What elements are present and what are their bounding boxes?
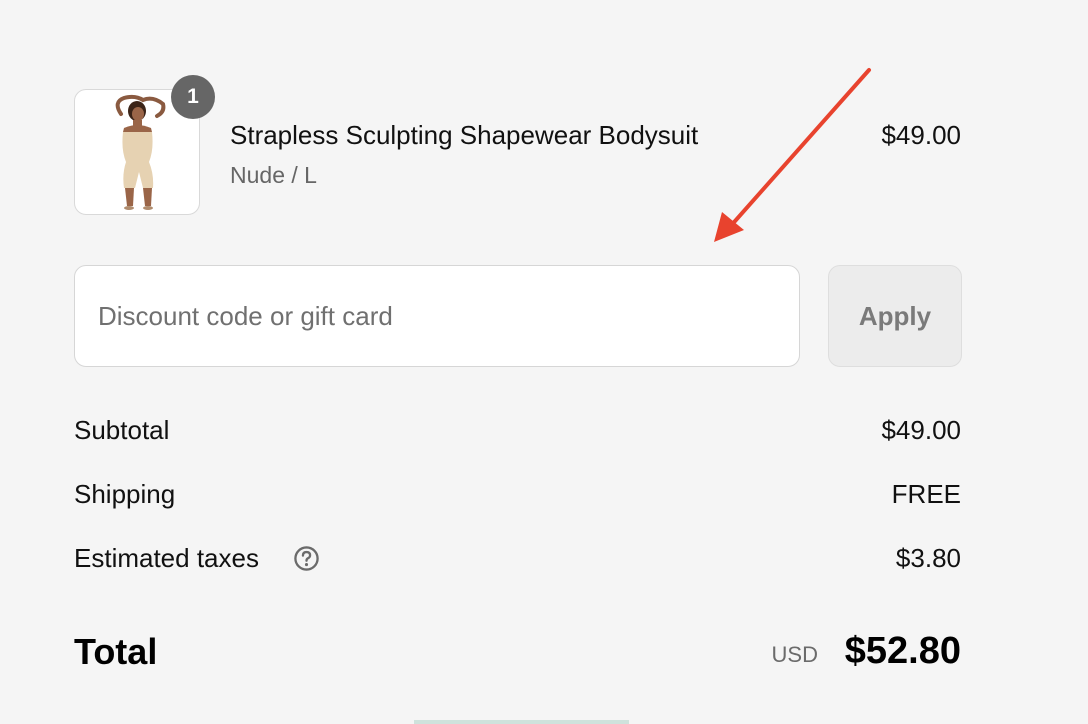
product-price: $49.00 [881,120,961,150]
total-value: $52.80 [844,630,961,672]
product-title: Strapless Sculpting Shapewear Bodysuit [230,120,699,150]
apply-button[interactable]: Apply [828,265,962,367]
discount-code-input[interactable] [74,265,800,367]
currency-code: USD [771,642,818,667]
taxes-label: Estimated taxes [74,543,259,573]
question-circle-icon[interactable] [293,545,320,572]
subtotal-label: Subtotal [74,415,170,445]
payment-badges-strip [414,720,629,724]
product-photo-icon [91,92,183,213]
checkout-order-summary: 1 Strapless Sculpting Shapewear Bodysuit… [0,0,1088,724]
quantity-badge: 1 [171,75,215,119]
product-variant: Nude / L [230,162,317,188]
taxes-value: $3.80 [895,543,961,573]
shipping-label: Shipping [74,479,176,509]
total-label: Total [74,631,158,672]
shipping-value: FREE [891,479,961,509]
subtotal-value: $49.00 [881,415,961,445]
red-arrow-icon [714,68,871,242]
